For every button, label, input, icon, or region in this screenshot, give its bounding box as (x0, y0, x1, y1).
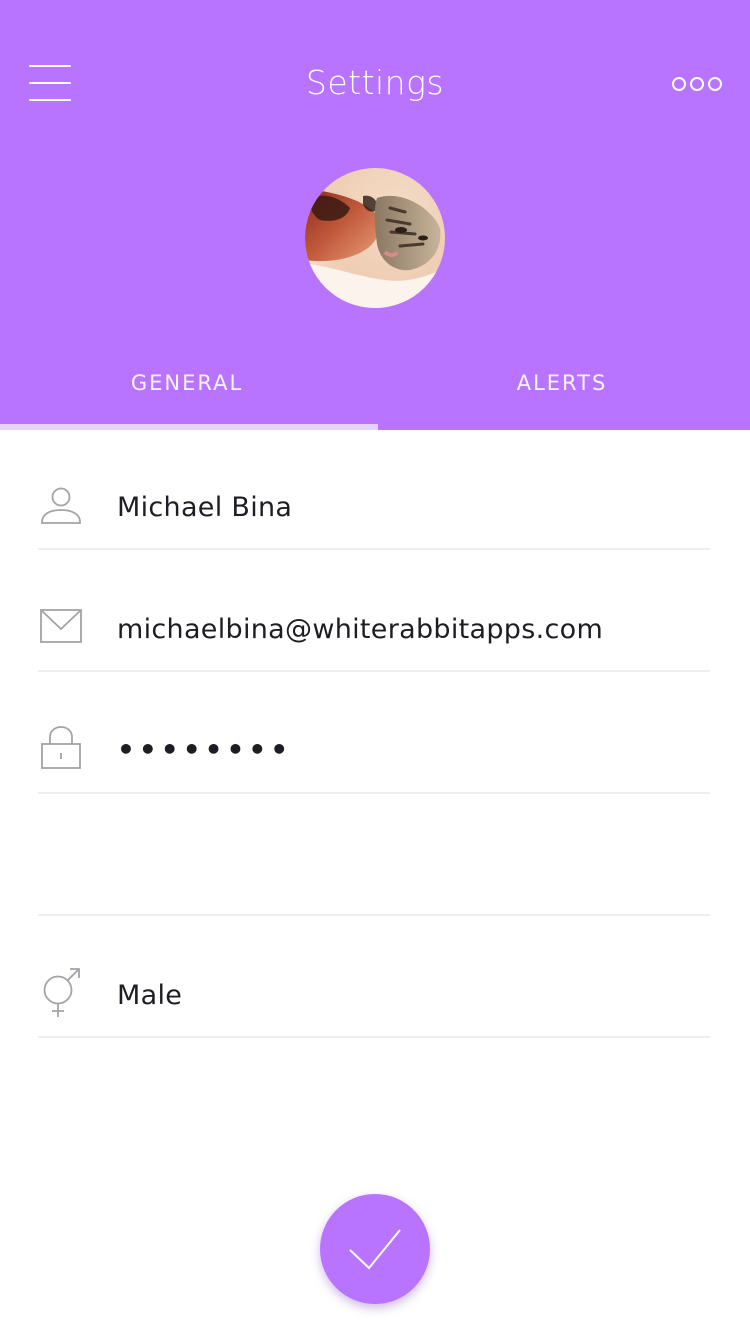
checkmark-icon (349, 1229, 401, 1270)
empty-field[interactable] (38, 794, 710, 916)
lock-icon (38, 725, 84, 771)
header: Settings GENERAL ALERTS (0, 0, 750, 430)
email-value: michaelbina@whiterabbitapps.com (117, 614, 604, 645)
more-options-icon[interactable] (672, 75, 722, 93)
gender-icon (38, 968, 84, 1017)
tab-general[interactable]: GENERAL (62, 368, 312, 398)
avatar[interactable] (305, 168, 445, 308)
hamburger-menu-icon[interactable] (29, 65, 71, 101)
name-value: Michael Bina (117, 492, 293, 523)
page-title: Settings (305, 63, 445, 102)
tab-alerts[interactable]: ALERTS (437, 368, 687, 398)
name-field[interactable]: Michael Bina (38, 428, 710, 550)
gender-field[interactable]: Male (38, 916, 710, 1038)
mail-icon (38, 607, 84, 653)
password-field[interactable]: •••••••• (38, 672, 710, 794)
user-icon (38, 485, 84, 531)
gender-value: Male (117, 980, 183, 1011)
confirm-button[interactable] (320, 1194, 430, 1304)
password-value: •••••••• (117, 733, 293, 766)
email-field[interactable]: michaelbina@whiterabbitapps.com (38, 550, 710, 672)
